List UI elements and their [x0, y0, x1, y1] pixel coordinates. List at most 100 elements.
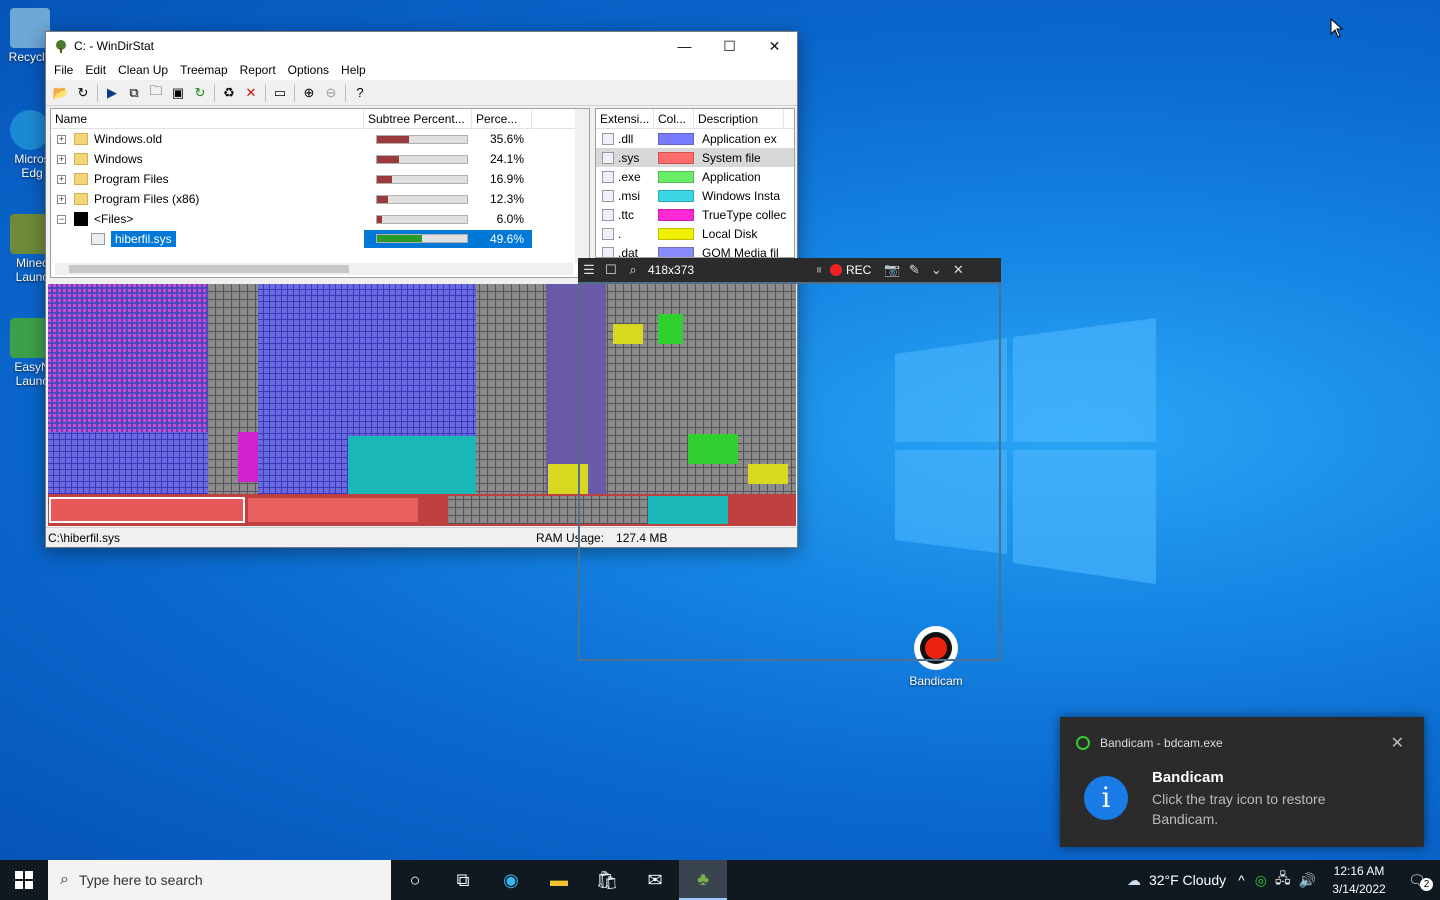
menu-edit[interactable]: Edit [79, 63, 112, 77]
extension-header: Extensi... Col... Description [596, 109, 794, 129]
extension-row[interactable]: .dll Application ex [596, 129, 794, 148]
zoom-out-icon[interactable]: ⊖ [320, 82, 342, 104]
tree-row-selected[interactable]: hiberfil.sys 49.6% [51, 229, 589, 249]
tree-row[interactable]: + Program Files (x86) 12.3% [51, 189, 589, 209]
extension-row[interactable]: .sys System file [596, 148, 794, 167]
clock[interactable]: 12:16 AM 3/14/2022 [1324, 862, 1394, 898]
maximize-button[interactable]: ☐ [707, 32, 752, 60]
store-icon[interactable]: 🛍 [583, 860, 631, 900]
tree-row[interactable]: + Windows 24.1% [51, 149, 589, 169]
menu-options[interactable]: Options [282, 63, 335, 77]
menu-bar: File Edit Clean Up Treemap Report Option… [46, 60, 797, 80]
directory-tree[interactable]: Name Subtree Percent... Perce... + Window… [50, 108, 590, 278]
bandicam-tray-icon[interactable]: ◎ [1255, 872, 1267, 889]
expand-icon[interactable]: + [57, 134, 66, 144]
expand-icon[interactable]: + [57, 154, 66, 164]
tree-header: Name Subtree Percent... Perce... [51, 108, 589, 129]
record-icon[interactable] [830, 264, 842, 276]
rec-label[interactable]: REC [846, 263, 871, 277]
windirstat-taskbar-icon[interactable]: ♣ [679, 860, 727, 900]
extension-row[interactable]: .ttc TrueType collec [596, 205, 794, 224]
pencil-icon[interactable]: ✎ [903, 262, 925, 278]
column-description[interactable]: Description [694, 109, 784, 129]
menu-file[interactable]: File [48, 63, 79, 77]
file-explorer-icon[interactable]: ▬ [535, 860, 583, 900]
camera-icon[interactable]: 📷 [881, 262, 903, 278]
expand-icon[interactable]: + [57, 174, 66, 184]
close-button[interactable]: ✕ [752, 32, 797, 60]
extension-row[interactable]: . Local Disk [596, 224, 794, 243]
tree-horizontal-scrollbar[interactable] [55, 263, 573, 275]
fullscreen-icon[interactable]: ☐ [600, 262, 622, 278]
menu-treemap[interactable]: Treemap [174, 63, 234, 77]
tree-row[interactable]: + Windows.old 35.6% [51, 129, 589, 149]
column-color[interactable]: Col... [654, 109, 694, 129]
explorer-icon[interactable]: 🗀 [145, 82, 167, 104]
column-name[interactable]: Name [51, 108, 364, 129]
volume-icon[interactable]: 🔊 [1299, 872, 1316, 889]
extension-row[interactable]: .dat GOM Media fil [596, 243, 794, 257]
close-icon[interactable]: ✕ [947, 262, 969, 278]
pause-icon[interactable]: ⏸ [808, 262, 830, 278]
task-view-icon[interactable]: ⧉ [439, 860, 487, 900]
column-extension[interactable]: Extensi... [596, 109, 654, 129]
column-subtree-percent[interactable]: Subtree Percent... [364, 108, 472, 129]
open-icon[interactable]: 📂 [50, 82, 72, 104]
notification-toast[interactable]: Bandicam - bdcam.exe ✕ i Bandicam Click … [1060, 717, 1424, 847]
subtree-bar [376, 154, 468, 164]
chevron-down-icon[interactable]: ⌄ [925, 262, 947, 278]
tree-row[interactable]: − <Files> 6.0% [51, 209, 589, 229]
copy-icon[interactable]: ⧉ [123, 82, 145, 104]
recycle-bin-icon [10, 8, 50, 48]
cloud-icon: ☁ [1126, 871, 1141, 888]
tree-row[interactable]: + Program Files 16.9% [51, 169, 589, 189]
menu-icon[interactable]: ☰ [578, 262, 600, 278]
bandicam-capture-region[interactable] [578, 282, 1001, 661]
extension-row[interactable]: .exe Application [596, 167, 794, 186]
toolbar: 📂 ↻ ▶ ⧉ 🗀 ▣ ↻ ♻ ✕ ▭ ⊕ ⊖ ? [46, 80, 797, 106]
delete-icon[interactable]: ✕ [240, 82, 262, 104]
help-icon[interactable]: ? [349, 82, 371, 104]
edge-taskbar-icon[interactable]: ◉ [487, 860, 535, 900]
region-search-icon[interactable]: ⌕ [622, 262, 644, 278]
menu-help[interactable]: Help [335, 63, 372, 77]
properties-icon[interactable]: ▭ [269, 82, 291, 104]
extension-row[interactable]: .msi Windows Insta [596, 186, 794, 205]
recycle-icon[interactable]: ♻ [218, 82, 240, 104]
tree-vertical-scrollbar[interactable] [575, 109, 589, 263]
title-bar[interactable]: C: - WinDirStat — ☐ ✕ [46, 32, 797, 60]
refresh-icon[interactable]: ↻ [189, 82, 211, 104]
refresh-all-icon[interactable]: ↻ [72, 82, 94, 104]
cortana-icon[interactable]: ○ [391, 860, 439, 900]
network-icon[interactable]: 🖧 [1275, 868, 1291, 892]
color-swatch [658, 227, 694, 240]
play-icon[interactable]: ▶ [101, 82, 123, 104]
search-box[interactable]: ⌕ Type here to search [48, 860, 391, 900]
toast-app-line: Bandicam - bdcam.exe [1076, 736, 1223, 750]
menu-clean-up[interactable]: Clean Up [112, 63, 174, 77]
color-swatch [658, 189, 694, 202]
extension-list[interactable]: Extensi... Col... Description .dll Applic… [595, 108, 795, 258]
weather-text[interactable]: 32°F Cloudy [1149, 872, 1226, 888]
menu-report[interactable]: Report [234, 63, 282, 77]
zoom-in-icon[interactable]: ⊕ [298, 82, 320, 104]
column-percent[interactable]: Perce... [472, 108, 532, 129]
search-placeholder: Type here to search [78, 872, 203, 888]
mail-icon[interactable]: ✉ [631, 860, 679, 900]
capture-size: 418x373 [648, 263, 695, 277]
desktop: Recycle Micros Edg Minec Launc EasyN Lau… [0, 0, 1440, 860]
notification-count: 2 [1420, 877, 1433, 891]
chevron-up-icon[interactable]: ^ [1238, 872, 1245, 888]
start-button[interactable] [0, 860, 48, 900]
file-type-icon [602, 227, 614, 240]
command-prompt-icon[interactable]: ▣ [167, 82, 189, 104]
subtree-bar [376, 194, 468, 204]
notification-center-icon[interactable]: 🗨 2 [1394, 872, 1440, 891]
status-path: C:\hiberfil.sys [48, 530, 121, 545]
expand-icon[interactable]: + [57, 194, 66, 204]
toast-close-icon[interactable]: ✕ [1391, 733, 1404, 753]
info-icon: i [1084, 776, 1128, 820]
collapse-icon[interactable]: − [57, 214, 66, 224]
minimize-button[interactable]: — [662, 32, 707, 60]
minecraft-icon [10, 214, 50, 254]
